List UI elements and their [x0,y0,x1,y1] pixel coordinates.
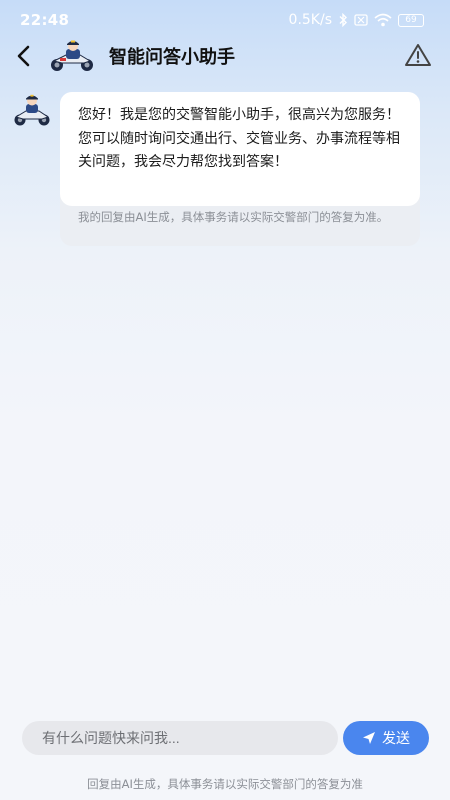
wifi-icon [374,13,392,27]
send-label: 发送 [382,731,410,747]
chevron-left-icon[interactable] [14,43,36,69]
bot-avatar [14,94,50,126]
police-mascot-avatar [51,40,93,71]
battery-icon: 69 [398,13,424,27]
network-speed: 0.5K/s [288,12,332,28]
question-input[interactable] [22,721,338,755]
footer-disclaimer: 回复由AI生成，具体事务请以实际交警部门的答复为准 [87,777,363,791]
send-button[interactable]: 发送 [343,721,429,755]
send-icon [363,732,375,744]
page-title: 智能问答小助手 [109,47,235,68]
bluetooth-icon [339,13,347,27]
message-disclaimer: 我的回复由AI生成，具体事务请以实际交警部门的答复为准。 [78,210,389,224]
status-bar: 22:48 0.5K/s 69 [0,0,450,40]
status-time: 22:48 [20,11,70,29]
status-icons: 0.5K/s 69 [289,11,424,29]
message-content: 您好！我是您的交警智能小助手，很高兴为您服务！您可以随时询问交通出行、交管业务、… [60,92,420,206]
message-bubble: 您好！我是您的交警智能小助手，很高兴为您服务！您可以随时询问交通出行、交管业务、… [60,92,420,246]
header: 智能问答小助手 [0,36,450,76]
no-sim-icon [354,14,368,26]
warning-triangle-icon[interactable] [404,42,432,68]
battery-level: 69 [405,14,417,25]
message-text: 您好！我是您的交警智能小助手，很高兴为您服务！您可以随时询问交通出行、交管业务、… [78,107,400,170]
